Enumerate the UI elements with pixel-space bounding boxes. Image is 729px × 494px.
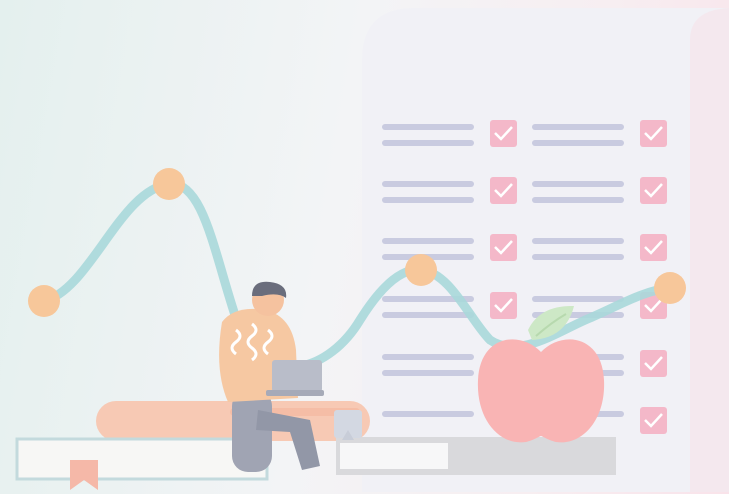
illustration-scene [0,0,729,494]
trend-node [405,254,437,286]
trend-node [654,272,686,304]
illustration-svg [15,8,729,492]
trend-node [28,285,60,317]
trend-node [153,168,185,200]
